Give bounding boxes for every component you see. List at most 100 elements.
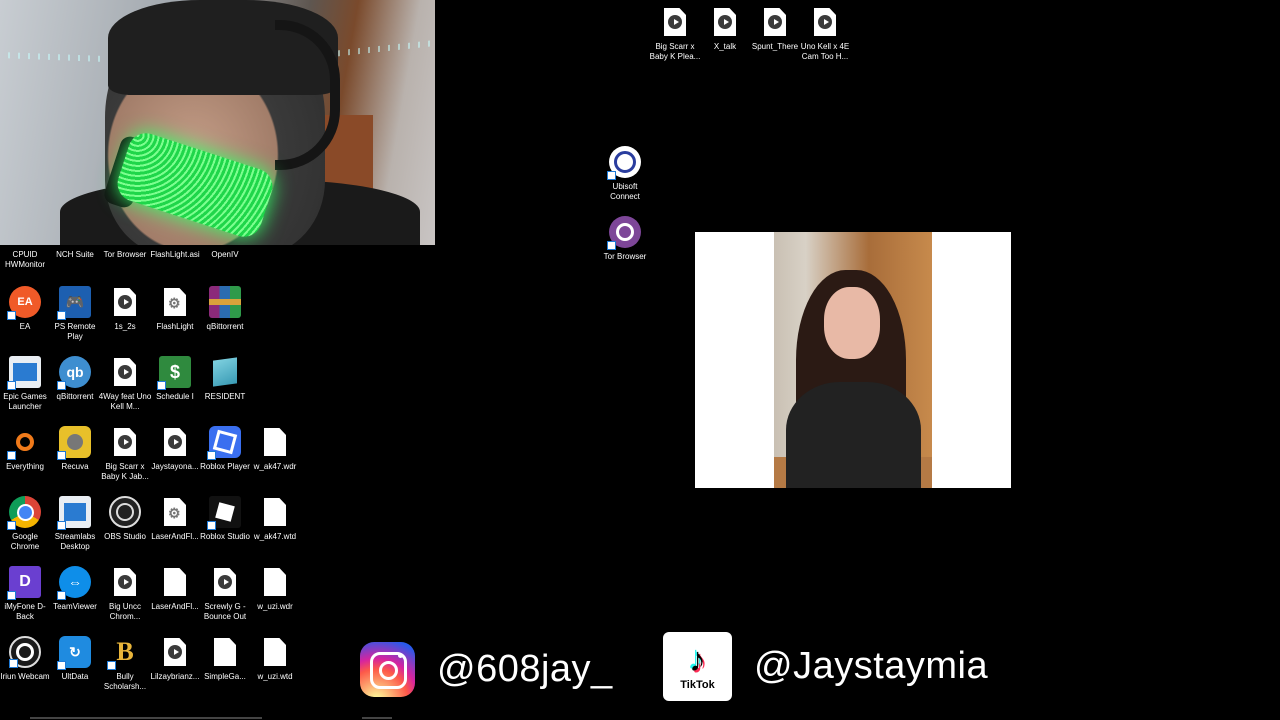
desktop: Big Scarr x Baby K Plea... X_talk Spunt_… (0, 0, 1280, 720)
desktop-icon-label: LaserAndFl... (151, 602, 199, 611)
desktop-icon-flashlight-asi[interactable]: FlashLight.asi (150, 250, 200, 260)
instagram-handle: @608jay_ (437, 648, 613, 690)
desktop-icon-label: EA (19, 322, 31, 331)
roblox-studio-icon (207, 496, 241, 530)
desktop-icon-qbittorrent[interactable]: qb qBittorrent (50, 356, 100, 402)
desktop-icon-iriun-webcam[interactable]: Iriun Webcam (0, 636, 50, 682)
desktop-icon-lilzaybrianz[interactable]: Lilzaybrianz... (150, 636, 200, 682)
desktop-icon-label: OBS Studio (104, 532, 146, 541)
desktop-icon-w-ak47-wdr[interactable]: w_ak47.wdr (250, 426, 300, 472)
desktop-icon-label: 1s_2s (114, 322, 136, 331)
bully-icon: B (107, 636, 141, 670)
desktop-icon-top-0[interactable]: Big Scarr x Baby K Plea... (650, 6, 700, 62)
tiktok-icon: ♪ TikTok (663, 632, 732, 701)
desktop-icon-roblox-player[interactable]: Roblox Player (200, 426, 250, 472)
media-file-icon (159, 636, 191, 668)
winrar-archive-icon (209, 286, 241, 318)
file-icon (259, 636, 291, 668)
desktop-icon-tor-browser-2[interactable]: Tor Browser (600, 216, 650, 262)
desktop-icon-roblox-studio[interactable]: Roblox Studio (200, 496, 250, 542)
desktop-icon-w-uzi-wtd[interactable]: w_uzi.wtd (250, 636, 300, 682)
desktop-icon-label: Big Uncc Chrom... (108, 602, 141, 621)
desktop-icon-label: Schedule I (156, 392, 194, 401)
desktop-icon-ultdata[interactable]: ↻ UltData (50, 636, 100, 682)
desktop-icon-label: Tor Browser (603, 252, 647, 261)
desktop-icon-top-2[interactable]: Spunt_There (750, 6, 800, 52)
desktop-icon-big-uncc[interactable]: Big Uncc Chrom... (100, 566, 150, 622)
desktop-icon-openiv[interactable]: OpenIV (200, 250, 250, 260)
desktop-icon-flashlight[interactable]: FlashLight (150, 286, 200, 332)
desktop-icon-qbittorrent-archive[interactable]: qBittorrent (200, 286, 250, 332)
imyfone-icon: D (7, 566, 41, 600)
desktop-icon-4way[interactable]: 4Way feat Uno Kell M... (98, 356, 152, 412)
desktop-icon-laserandfl[interactable]: LaserAndFl... (150, 566, 200, 612)
desktop-icon-label: Big Scarr x Baby K Jab... (101, 462, 149, 481)
media-file-icon (759, 6, 791, 38)
desktop-icon-ea[interactable]: EA EA (0, 286, 50, 332)
desktop-icon-imyfone[interactable]: D iMyFone D-Back (0, 566, 50, 622)
desktop-icon-label: Spunt_There (751, 42, 799, 51)
desktop-icon-ps-remote-play[interactable]: 🎮 PS Remote Play (50, 286, 100, 342)
desktop-icon-top-3[interactable]: Uno Kell x 4E Cam Too H... (800, 6, 850, 62)
desktop-icon-label: Uno Kell x 4E Cam Too H... (800, 42, 850, 61)
desktop-icon-w-uzi-wdr[interactable]: w_uzi.wdr (250, 566, 300, 612)
desktop-icon-ubisoft-connect[interactable]: Ubisoft Connect (600, 146, 650, 202)
desktop-icon-label: Big Scarr x Baby K Plea... (649, 42, 701, 61)
instagram-banner: @608jay_ (360, 642, 613, 697)
desktop-icon-w-ak47-wtd[interactable]: w_ak47.wtd (250, 496, 300, 542)
desktop-icon-bully[interactable]: B Bully Scholarsh... (100, 636, 150, 692)
desktop-icon-label: Tor Browser (103, 250, 147, 259)
desktop-icon-simplega[interactable]: SimpleGa... (200, 636, 250, 682)
ultdata-icon: ↻ (57, 636, 91, 670)
desktop-icon-streamlabs[interactable]: Streamlabs Desktop (50, 496, 100, 552)
desktop-icon-resident[interactable]: RESIDENT (200, 356, 250, 402)
desktop-icon-label: X_talk (713, 42, 737, 51)
epic-games-icon (7, 356, 41, 390)
desktop-icon-teamviewer[interactable]: ⇔ TeamViewer (50, 566, 100, 612)
desktop-icon-label: Everything (6, 462, 44, 471)
desktop-icon-epic-games[interactable]: Epic Games Launcher (0, 356, 50, 412)
notepad-icon (209, 356, 241, 388)
desktop-icon-tor-browser[interactable]: Tor Browser (100, 250, 150, 260)
desktop-icon-recuva[interactable]: Recuva (50, 426, 100, 472)
roblox-player-icon (207, 426, 241, 460)
desktop-icon-obs-studio[interactable]: OBS Studio (100, 496, 150, 542)
media-file-icon (209, 566, 241, 598)
desktop-icon-label: Lilzaybrianz... (150, 672, 200, 681)
desktop-icon-1s-2s[interactable]: 1s_2s (100, 286, 150, 332)
file-icon (259, 496, 291, 528)
desktop-icon-google-chrome[interactable]: Google Chrome (0, 496, 50, 552)
desktop-icon-nch-suite[interactable]: NCH Suite (50, 250, 100, 260)
teamviewer-icon: ⇔ (57, 566, 91, 600)
desktop-icon-screwly-g[interactable]: Screwly G - Bounce Out (200, 566, 250, 622)
media-file-icon (109, 426, 141, 458)
desktop-icon-label: PS Remote Play (54, 322, 96, 341)
desktop-icon-cpuid-hwmonitor[interactable]: CPUID HWMonitor (0, 250, 50, 270)
desktop-icon-label: w_uzi.wdr (257, 602, 293, 611)
desktop-icon-jaystayona[interactable]: Jaystayona... (150, 426, 200, 472)
media-file-icon (109, 566, 141, 598)
desktop-icon-schedule-i[interactable]: $ Schedule I (150, 356, 200, 402)
desktop-icon-label: w_uzi.wtd (257, 672, 293, 681)
media-file-icon (159, 426, 191, 458)
chrome-icon (7, 496, 41, 530)
tiktok-banner: ♪ TikTok @Jaystaymia (663, 632, 988, 701)
ea-icon: EA (7, 286, 41, 320)
desktop-icon-label: UltData (61, 672, 89, 681)
desktop-icon-label: w_ak47.wtd (253, 532, 297, 541)
tiktok-handle: @Jaystaymia (754, 645, 989, 687)
media-file-icon (109, 286, 141, 318)
desktop-icon-label: FlashLight.asi (150, 250, 200, 259)
taskbar-edge (362, 717, 392, 719)
desktop-icon-big-scarr-jab[interactable]: Big Scarr x Baby K Jab... (100, 426, 150, 482)
desktop-icon-label: qBittorrent (206, 322, 244, 331)
desktop-icon-label: Recuva (61, 462, 89, 471)
desktop-icon-top-1[interactable]: X_talk (700, 6, 750, 52)
desktop-icon-label: 4Way feat Uno Kell M... (98, 392, 152, 411)
desktop-icon-everything[interactable]: Everything (0, 426, 50, 472)
media-file-icon (659, 6, 691, 38)
tor-browser-icon (607, 216, 641, 250)
desktop-icon-laserandfl-gear[interactable]: LaserAndFl... (150, 496, 200, 542)
desktop-icon-label: LaserAndFl... (151, 532, 199, 541)
desktop-icon-label: Roblox Player (200, 462, 250, 471)
